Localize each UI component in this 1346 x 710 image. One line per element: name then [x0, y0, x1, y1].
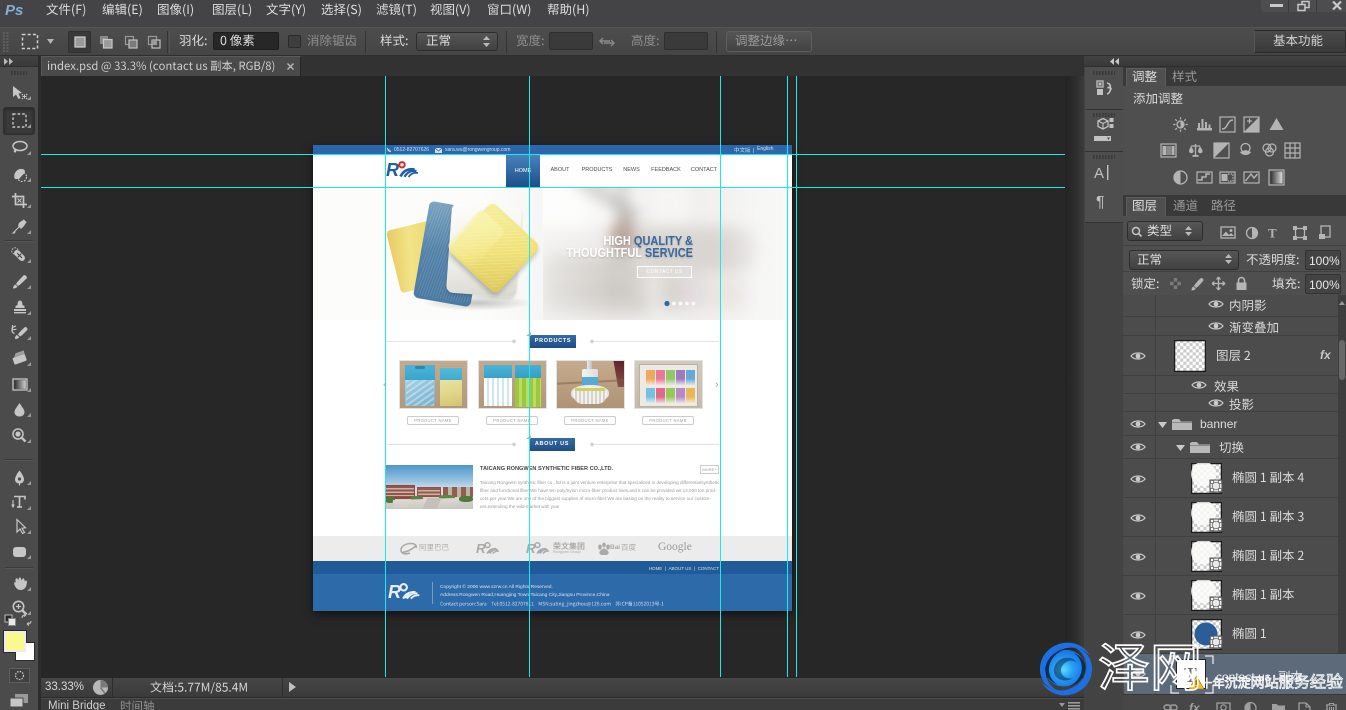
svg-text:R: R: [388, 583, 401, 602]
svg-text:R: R: [526, 542, 536, 556]
svg-text:¶: ¶: [1096, 194, 1105, 210]
svg-text:R: R: [476, 542, 486, 556]
svg-text:T: T: [1268, 226, 1277, 239]
svg-text:R: R: [386, 160, 399, 180]
svg-text:A: A: [1094, 165, 1104, 181]
